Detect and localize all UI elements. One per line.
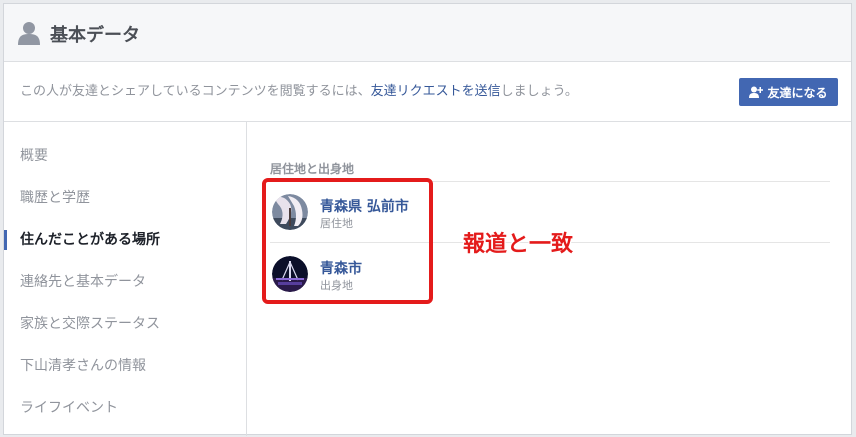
add-friend-label: 友達になる: [767, 85, 828, 100]
sidebar-item-family-relationships[interactable]: 家族と交際ステータス: [4, 310, 247, 338]
person-icon: [18, 22, 40, 45]
page-title: 基本データ: [50, 25, 140, 46]
friend-request-notice: この人が友達とシェアしているコンテンツを閲覧するには、友達リクエストを送信しまし…: [4, 62, 851, 122]
notice-prefix: この人が友達とシェアしているコンテンツを閲覧するには、: [20, 84, 371, 99]
section-title: 居住地と出身地: [270, 162, 355, 176]
sidebar-item-life-events[interactable]: ライフイベント: [4, 394, 247, 422]
add-friend-button[interactable]: 友達になる: [739, 78, 838, 106]
panel-header: 基本データ: [4, 4, 851, 62]
sidebar-item-details[interactable]: 下山清孝さんの情報: [4, 352, 247, 380]
notice-suffix: しましょう。: [500, 84, 578, 99]
sidebar-item-work-education[interactable]: 職歴と学歴: [4, 184, 247, 212]
sidebar-item-contact-info[interactable]: 連絡先と基本データ: [4, 268, 247, 296]
sidebar-item-overview[interactable]: 概要: [4, 142, 247, 170]
add-friend-icon: [749, 86, 764, 98]
send-friend-request-link[interactable]: 友達リクエストを送信: [371, 84, 501, 99]
annotation-label: 報道と一致: [463, 232, 574, 257]
about-sidebar: 概要 職歴と学歴 住んだことがある場所 連絡先と基本データ 家族と交際ステータス…: [4, 122, 247, 436]
notice-text: この人が友達とシェアしているコンテンツを閲覧するには、友達リクエストを送信しまし…: [20, 80, 578, 99]
sidebar-item-places-lived[interactable]: 住んだことがある場所: [4, 226, 247, 254]
highlight-box: [262, 178, 433, 304]
